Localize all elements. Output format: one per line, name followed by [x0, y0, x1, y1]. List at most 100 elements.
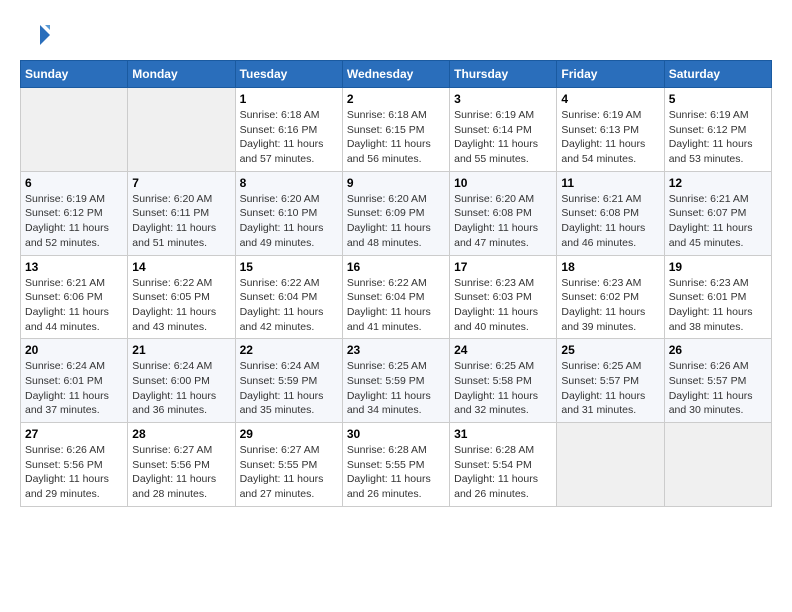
day-info: Sunrise: 6:23 AMSunset: 6:03 PMDaylight:… [454, 276, 552, 335]
day-number: 27 [25, 427, 123, 441]
day-info: Sunrise: 6:23 AMSunset: 6:01 PMDaylight:… [669, 276, 767, 335]
daylight-label: Daylight: 11 hours and 49 minutes. [240, 222, 324, 249]
daylight-label: Daylight: 11 hours and 51 minutes. [132, 222, 216, 249]
day-info: Sunrise: 6:25 AM Sunset: 5:59 PM Daylight:… [347, 359, 445, 418]
sunset-label: Sunset: 5:54 PM [454, 459, 532, 471]
day-info: Sunrise: 6:22 AMSunset: 6:05 PMDaylight:… [132, 276, 230, 335]
day-info: Sunrise: 6:24 AMSunset: 6:01 PMDaylight:… [25, 359, 123, 418]
calendar-week-3: 20 Sunrise: 6:24 AM Sunset: 6:01 PM Dayligh… [21, 339, 772, 423]
day-info: Sunrise: 6:22 AMSunset: 6:04 PMDaylight:… [240, 276, 338, 335]
calendar-cell: 8Sunrise: 6:20 AMSunset: 6:10 PMDaylight… [235, 171, 342, 255]
sunset-label: Sunset: 5:55 PM [347, 459, 425, 471]
day-info: Sunrise: 6:20 AMSunset: 6:11 PMDaylight:… [132, 192, 230, 251]
daylight-label: Daylight: 11 hours and 28 minutes. [132, 473, 216, 500]
sunrise-label: Sunrise: 6:24 AM [240, 360, 320, 372]
calendar-cell: 10Sunrise: 6:20 AMSunset: 6:08 PMDayligh… [450, 171, 557, 255]
day-number: 7 [132, 176, 230, 190]
day-number: 14 [132, 260, 230, 274]
sunset-label: Sunset: 5:56 PM [132, 459, 210, 471]
day-number: 28 [132, 427, 230, 441]
day-info: Sunrise: 6:26 AM Sunset: 5:57 PM Daylight:… [669, 359, 767, 418]
day-number: 25 [561, 343, 659, 357]
sunset-label: Sunset: 5:55 PM [240, 459, 318, 471]
sunrise-label: Sunrise: 6:25 AM [454, 360, 534, 372]
calendar-cell: 9Sunrise: 6:20 AMSunset: 6:09 PMDaylight… [342, 171, 449, 255]
day-number: 6 [25, 176, 123, 190]
page-header [20, 20, 772, 50]
daylight-label: Daylight: 11 hours and 34 minutes. [347, 390, 431, 417]
sunrise-label: Sunrise: 6:27 AM [132, 444, 212, 456]
sunrise-label: Sunrise: 6:27 AM [240, 444, 320, 456]
sunset-label: Sunset: 6:15 PM [347, 124, 425, 136]
calendar-cell: 27 Sunrise: 6:26 AMSunset: 5:56 PMDayligh… [21, 423, 128, 507]
day-info: Sunrise: 6:21 AMSunset: 6:06 PMDaylight:… [25, 276, 123, 335]
daylight-label: Daylight: 11 hours and 30 minutes. [669, 390, 753, 417]
sunrise-label: Sunrise: 6:25 AM [347, 360, 427, 372]
day-number: 16 [347, 260, 445, 274]
daylight-label: Daylight: 11 hours and 42 minutes. [240, 306, 324, 333]
calendar-cell: 16 Sunrise: 6:22 AMSunset: 6:04 PMDayligh… [342, 255, 449, 339]
daylight-label: Daylight: 11 hours and 55 minutes. [454, 138, 538, 165]
day-info: Sunrise: 6:21 AMSunset: 6:08 PMDaylight:… [561, 192, 659, 251]
calendar-week-1: 6 Sunrise: 6:19 AMSunset: 6:12 PMDaylight… [21, 171, 772, 255]
sunset-label: Sunset: 6:01 PM [25, 375, 103, 387]
daylight-label: Daylight: 11 hours and 48 minutes. [347, 222, 431, 249]
daylight-label: Daylight: 11 hours and 31 minutes. [561, 390, 645, 417]
sunrise-label: Sunrise: 6:25 AM [561, 360, 641, 372]
daylight-label: Daylight: 11 hours and 53 minutes. [669, 138, 753, 165]
daylight-label: Daylight: 11 hours and 44 minutes. [25, 306, 109, 333]
calendar-header: SundayMondayTuesdayWednesdayThursdayFrid… [21, 61, 772, 88]
day-info: Sunrise: 6:23 AMSunset: 6:02 PMDaylight:… [561, 276, 659, 335]
day-info: Sunrise: 6:26 AMSunset: 5:56 PMDaylight:… [25, 443, 123, 502]
daylight-label: Daylight: 11 hours and 47 minutes. [454, 222, 538, 249]
calendar-week-2: 13Sunrise: 6:21 AMSunset: 6:06 PMDayligh… [21, 255, 772, 339]
sunset-label: Sunset: 5:59 PM [347, 375, 425, 387]
sunrise-label: Sunrise: 6:23 AM [669, 277, 749, 289]
sunrise-label: Sunrise: 6:20 AM [240, 193, 320, 205]
sunrise-label: Sunrise: 6:24 AM [25, 360, 105, 372]
day-number: 1 [240, 92, 338, 106]
day-number: 10 [454, 176, 552, 190]
calendar-cell: 31Sunrise: 6:28 AMSunset: 5:54 PMDayligh… [450, 423, 557, 507]
sunrise-label: Sunrise: 6:28 AM [347, 444, 427, 456]
calendar-cell: 14 Sunrise: 6:22 AMSunset: 6:05 PMDayligh… [128, 255, 235, 339]
sunset-label: Sunset: 6:09 PM [347, 207, 425, 219]
calendar-body: 1Sunrise: 6:18 AMSunset: 6:16 PMDaylight… [21, 88, 772, 507]
day-info: Sunrise: 6:19 AMSunset: 6:12 PMDaylight:… [25, 192, 123, 251]
day-info: Sunrise: 6:25 AMSunset: 5:57 PMDaylight:… [561, 359, 659, 418]
day-number: 21 [132, 343, 230, 357]
day-number: 2 [347, 92, 445, 106]
calendar-cell: 28 Sunrise: 6:27 AM Sunset: 5:56 PM Dayligh… [128, 423, 235, 507]
sunrise-label: Sunrise: 6:26 AM [669, 360, 749, 372]
sunrise-label: Sunrise: 6:23 AM [561, 277, 641, 289]
daylight-label: Daylight: 11 hours and 52 minutes. [25, 222, 109, 249]
day-info: Sunrise: 6:22 AMSunset: 6:04 PMDaylight:… [347, 276, 445, 335]
sunrise-label: Sunrise: 6:20 AM [132, 193, 212, 205]
day-number: 20 [25, 343, 123, 357]
day-info: Sunrise: 6:24 AMSunset: 5:59 PMDaylight:… [240, 359, 338, 418]
weekday-header-saturday: Saturday [664, 61, 771, 88]
day-number: 30 [347, 427, 445, 441]
calendar-cell [664, 423, 771, 507]
weekday-header-thursday: Thursday [450, 61, 557, 88]
sunrise-label: Sunrise: 6:26 AM [25, 444, 105, 456]
logo-icon [20, 20, 50, 50]
calendar-cell: 6 Sunrise: 6:19 AMSunset: 6:12 PMDaylight… [21, 171, 128, 255]
sunset-label: Sunset: 6:05 PM [132, 291, 210, 303]
sunset-label: Sunset: 6:12 PM [25, 207, 103, 219]
day-info: Sunrise: 6:25 AMSunset: 5:58 PMDaylight:… [454, 359, 552, 418]
day-number: 12 [669, 176, 767, 190]
sunset-label: Sunset: 6:02 PM [561, 291, 639, 303]
calendar-cell: 20Sunrise: 6:24 AMSunset: 6:01 PMDayligh… [21, 339, 128, 423]
sunrise-label: Sunrise: 6:19 AM [561, 109, 641, 121]
sunset-label: Sunset: 6:13 PM [561, 124, 639, 136]
sunset-label: Sunset: 5:57 PM [669, 375, 747, 387]
calendar-cell: 7 Sunrise: 6:20 AMSunset: 6:11 PMDaylight… [128, 171, 235, 255]
sunrise-label: Sunrise: 6:19 AM [669, 109, 749, 121]
weekday-header-sunday: Sunday [21, 61, 128, 88]
sunrise-label: Sunrise: 6:20 AM [454, 193, 534, 205]
day-number: 18 [561, 260, 659, 274]
calendar-cell: 15Sunrise: 6:22 AMSunset: 6:04 PMDayligh… [235, 255, 342, 339]
calendar-cell: 2Sunrise: 6:18 AMSunset: 6:15 PMDaylight… [342, 88, 449, 172]
calendar-cell: 3Sunrise: 6:19 AMSunset: 6:14 PMDaylight… [450, 88, 557, 172]
